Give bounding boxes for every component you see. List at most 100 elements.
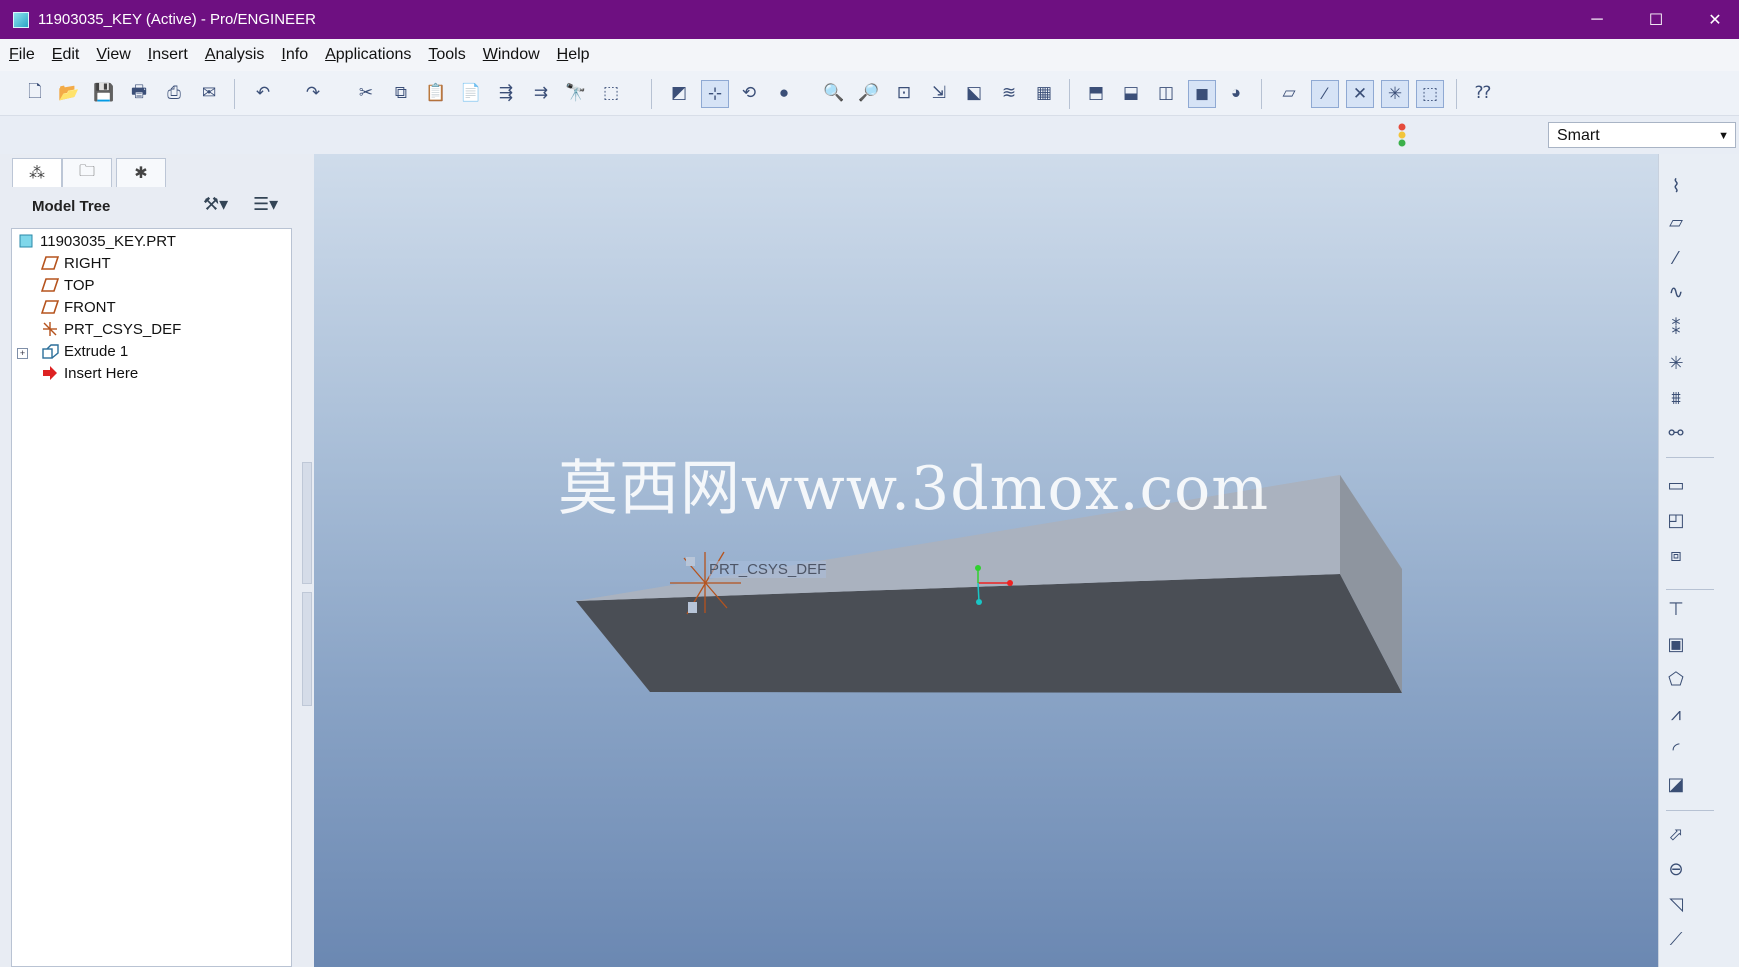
folder-browser-tab-icon[interactable]: 🗀 (62, 158, 112, 187)
shading-icon[interactable]: ● (771, 80, 797, 106)
csys-display-icon[interactable]: ✳ (1381, 80, 1409, 108)
paste-special-icon[interactable]: 📄 (458, 80, 484, 106)
wireframe-icon[interactable]: ⬒ (1083, 80, 1109, 106)
extrude-icon[interactable]: ⊤ (1661, 595, 1691, 623)
reference-icon[interactable]: ⚯ (1661, 419, 1691, 447)
favorites-tab-icon[interactable]: ✱ (116, 158, 166, 187)
panel-splitter-handle[interactable] (302, 462, 312, 584)
draft-icon[interactable]: ⊖ (1661, 855, 1691, 883)
tree-node-part[interactable]: 11903035_KEY.PRT (16, 230, 176, 252)
datum-planes-icon[interactable]: ▱ (1276, 80, 1302, 106)
model-tree-tab-icon[interactable]: ⁂ (12, 158, 62, 187)
datum-plane-icon[interactable]: ▱ (1661, 208, 1691, 236)
tree-node-top[interactable]: TOP (40, 274, 95, 296)
datum-point-icon[interactable]: ⁑ (1661, 314, 1691, 342)
graphics-window[interactable] (314, 154, 1658, 967)
zoom-in-icon[interactable]: 🔍 (821, 80, 847, 106)
tree-node-insert-here[interactable]: Insert Here (40, 362, 138, 384)
filter-toolbar (0, 116, 1739, 154)
show-menu-icon[interactable]: ☰▾ (253, 194, 278, 215)
menu-analysis[interactable]: Analysis (205, 46, 265, 64)
hole-icon[interactable]: ◜ (1661, 735, 1691, 763)
tree-node-csys[interactable]: PRT_CSYS_DEF (40, 318, 181, 340)
tree-settings-icon[interactable]: ⚒▾ (203, 194, 228, 215)
regen-manager-icon[interactable]: ⇉ (528, 80, 554, 106)
close-button[interactable]: ✕ (1686, 0, 1739, 39)
new-file-icon[interactable]: 🗋 (22, 80, 48, 106)
style-icon[interactable]: ◰ (1661, 506, 1691, 534)
saved-views-icon[interactable]: ⬕ (961, 80, 987, 106)
tree-node-front[interactable]: FRONT (40, 296, 116, 318)
undo-icon[interactable]: ↶ (250, 80, 276, 106)
toolbar-separator (234, 79, 235, 109)
refit-icon[interactable]: ⊡ (891, 80, 917, 106)
menu-window[interactable]: Window (483, 46, 540, 64)
rib-icon[interactable]: ⬀ (1661, 820, 1691, 848)
select-box-icon[interactable]: ⬚ (598, 80, 624, 106)
menu-edit-label: dit (62, 46, 80, 63)
shape-icon[interactable]: ⧈ (1661, 541, 1691, 569)
paste-icon[interactable]: 📋 (423, 80, 449, 106)
datum-plane-icon (40, 254, 60, 272)
menu-info[interactable]: Info (281, 46, 308, 64)
cut-icon[interactable]: ✂ (353, 80, 379, 106)
csys-icon[interactable]: ✳ (1661, 349, 1691, 377)
zoom-out-icon[interactable]: 🔎 (856, 80, 882, 106)
insert-sketch-icon[interactable]: ▭ (1661, 471, 1691, 499)
layers-icon[interactable]: ≋ (996, 80, 1022, 106)
variable-sweep-icon[interactable]: ⬠ (1661, 665, 1691, 693)
menu-tools[interactable]: Tools (428, 46, 465, 64)
chamfer-icon[interactable]: ⟋ (1661, 925, 1691, 953)
print-icon[interactable]: 🖶 (126, 80, 152, 106)
no-hidden-icon[interactable]: ◫ (1153, 80, 1179, 106)
orient-mode-icon[interactable]: ⟲ (736, 80, 762, 106)
round-icon[interactable]: ◹ (1661, 890, 1691, 918)
datum-points-icon[interactable]: ✕ (1346, 80, 1374, 108)
redo-icon[interactable]: ↷ (300, 80, 326, 106)
minimize-button[interactable]: ─ (1568, 0, 1626, 39)
hidden-line-icon[interactable]: ⬓ (1118, 80, 1144, 106)
annotation-display-icon[interactable]: ⬚ (1416, 80, 1444, 108)
menu-analysis-mnemonic: A (204, 46, 216, 63)
regenerate-icon[interactable]: ⇶ (493, 80, 519, 106)
whats-this-icon[interactable]: ⁇ (1470, 80, 1496, 106)
menu-file[interactable]: File (9, 46, 35, 64)
sketch-icon[interactable]: ⌇ (1661, 172, 1691, 200)
menu-info-label: nfo (285, 46, 309, 63)
save-icon[interactable]: 💾 (91, 80, 117, 106)
copy-icon[interactable]: ⧉ (388, 80, 414, 106)
extrude-icon (40, 342, 60, 360)
panel-splitter-handle[interactable] (302, 592, 312, 706)
open-file-icon[interactable]: 📂 (56, 80, 82, 106)
menu-insert[interactable]: Insert (148, 46, 188, 64)
appearance-icon[interactable]: ◕ (1223, 80, 1249, 106)
find-icon[interactable]: 🔭 (563, 80, 589, 106)
spin-center-icon[interactable]: ⊹ (701, 80, 729, 108)
menu-help[interactable]: Help (557, 46, 590, 64)
repaint-icon[interactable]: ◩ (666, 80, 692, 106)
menu-applications-label: pplications (335, 46, 412, 63)
datum-axes-icon[interactable]: ⁄ (1311, 80, 1339, 108)
datum-curve-icon[interactable]: ∿ (1661, 278, 1691, 306)
tree-node-right[interactable]: RIGHT (40, 252, 111, 274)
menu-edit[interactable]: Edit (52, 46, 80, 64)
selection-filter-dropdown[interactable]: Smart ▼ (1548, 122, 1736, 148)
menu-applications[interactable]: Applications (325, 46, 411, 64)
print-preview-icon[interactable]: ⎙ (161, 80, 187, 106)
analysis-feature-icon[interactable]: ⩩ (1661, 384, 1691, 412)
revolve-icon[interactable]: ▣ (1661, 630, 1691, 658)
blend-icon[interactable]: ⩘ (1661, 700, 1691, 728)
view-manager-icon[interactable]: ▦ (1031, 80, 1057, 106)
shaded-icon[interactable]: ◼ (1188, 80, 1216, 108)
shell-icon[interactable]: ◪ (1661, 770, 1691, 798)
model-tree-header: Model Tree ⚒▾ ☰▾ (10, 190, 292, 224)
maximize-button[interactable]: ☐ (1627, 0, 1685, 39)
tree-expander[interactable]: + (17, 348, 28, 359)
tree-node-extrude[interactable]: Extrude 1 (40, 340, 128, 362)
datum-axis-icon[interactable]: ⁄ (1661, 244, 1691, 272)
menu-view[interactable]: View (96, 46, 130, 64)
reorient-icon[interactable]: ⇲ (926, 80, 952, 106)
email-icon[interactable]: ✉ (196, 80, 222, 106)
csys-label: PRT_CSYS_DEF (709, 561, 827, 578)
window-title: 11903035_KEY (Active) - Pro/ENGINEER (38, 11, 316, 28)
